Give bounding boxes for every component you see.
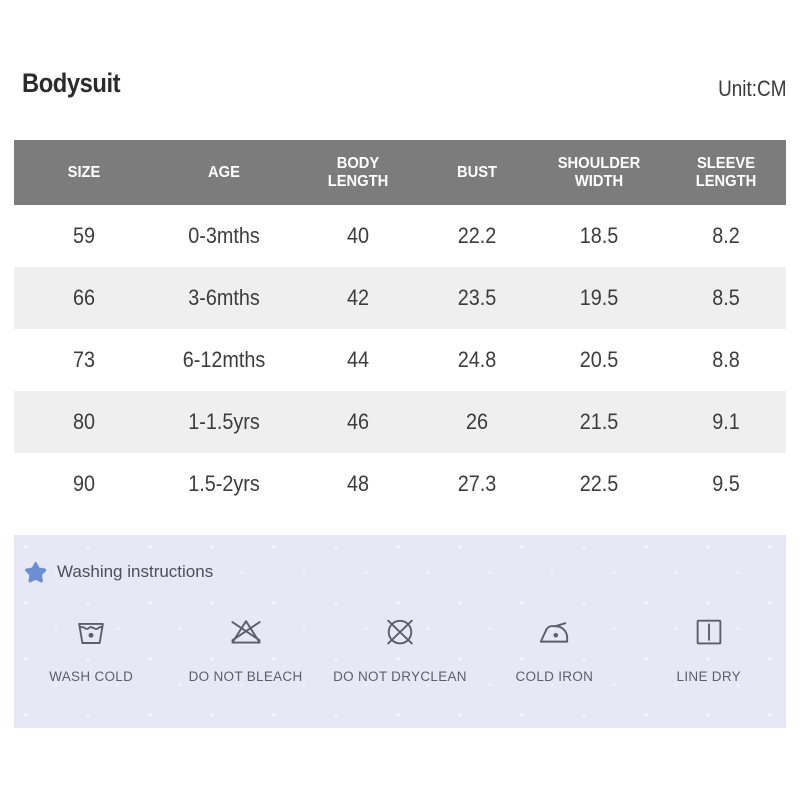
column-header-sleeve-length-label: SLEEVE LENGTH xyxy=(695,154,757,190)
cell-size: 80 xyxy=(72,409,96,434)
table-row: 80 1-1.5yrs 46 26 21.5 9.1 xyxy=(14,391,786,453)
cell-size: 90 xyxy=(72,471,96,496)
table-row: 90 1.5-2yrs 48 27.3 22.5 9.5 xyxy=(14,453,786,515)
care-label-line-dry: LINE DRY xyxy=(676,669,741,684)
washing-instructions-heading: Washing instructions xyxy=(22,559,213,585)
unit-label: Unit:CM xyxy=(717,76,786,101)
size-chart-body: 59 0-3mths 40 22.2 18.5 8.2 66 3-6mths 4… xyxy=(14,205,786,515)
cell-bust: 26 xyxy=(465,409,489,434)
cell-age: 1.5-2yrs xyxy=(188,471,260,496)
square-vertical-line-icon xyxy=(696,619,722,645)
page-title: Bodysuit xyxy=(22,68,121,98)
washing-instructions-panel: Washing instructions WASH COLD DO NOT BL… xyxy=(14,535,786,728)
cell-body-length: 40 xyxy=(346,223,370,248)
crossed-triangle-icon xyxy=(230,620,261,644)
crossed-circle-icon xyxy=(387,619,413,645)
washing-instructions-title: Washing instructions xyxy=(57,562,214,581)
cell-size: 59 xyxy=(72,223,96,248)
cell-bust: 22.2 xyxy=(457,223,497,248)
cell-body-length: 42 xyxy=(346,285,370,310)
column-header-bust: BUST xyxy=(426,140,527,205)
cell-shoulder-width: 18.5 xyxy=(579,223,619,248)
column-header-shoulder-width: SHOULDER WIDTH xyxy=(537,140,660,205)
table-row: 73 6-12mths 44 24.8 20.5 8.8 xyxy=(14,329,786,391)
care-item-cold-iron: COLD IRON xyxy=(479,613,629,684)
cell-shoulder-width: 20.5 xyxy=(579,347,619,372)
table-row: 59 0-3mths 40 22.2 18.5 8.2 xyxy=(14,205,786,267)
column-header-age: AGE xyxy=(160,140,289,205)
column-header-bust-label: BUST xyxy=(456,163,498,181)
care-item-do-not-bleach: DO NOT BLEACH xyxy=(171,613,321,684)
title-row: Bodysuit Unit:CM xyxy=(0,68,800,108)
care-item-line-dry: LINE DRY xyxy=(634,613,784,684)
cell-shoulder-width: 22.5 xyxy=(579,471,619,496)
cell-sleeve-length: 8.5 xyxy=(712,285,740,310)
care-label-do-not-dryclean: DO NOT DRYCLEAN xyxy=(333,669,467,684)
wash-tub-one-dot-icon xyxy=(78,622,104,644)
size-chart-table: SIZE AGE BODY LENGTH BUST SHOULDER WIDTH… xyxy=(14,140,786,515)
column-header-body-length-label: BODY LENGTH xyxy=(327,154,389,190)
care-label-do-not-bleach: DO NOT BLEACH xyxy=(188,669,303,684)
cell-bust: 24.8 xyxy=(457,347,497,372)
care-item-do-not-dryclean: DO NOT DRYCLEAN xyxy=(325,613,475,684)
column-header-sleeve-length: SLEEVE LENGTH xyxy=(671,140,781,205)
column-header-size: SIZE xyxy=(20,140,149,205)
cell-age: 3-6mths xyxy=(188,285,260,310)
star-icon xyxy=(25,561,47,583)
cell-shoulder-width: 19.5 xyxy=(579,285,619,310)
care-item-wash-cold: WASH COLD xyxy=(16,613,166,684)
cell-body-length: 44 xyxy=(346,347,370,372)
cell-age: 0-3mths xyxy=(188,223,260,248)
cell-size: 73 xyxy=(72,347,96,372)
column-header-shoulder-width-label: SHOULDER WIDTH xyxy=(557,154,641,190)
column-header-body-length: BODY LENGTH xyxy=(299,140,417,205)
column-header-size-label: SIZE xyxy=(67,163,101,181)
cell-body-length: 48 xyxy=(346,471,370,496)
cell-size: 66 xyxy=(72,285,96,310)
cell-age: 1-1.5yrs xyxy=(188,409,260,434)
table-header-row: SIZE AGE BODY LENGTH BUST SHOULDER WIDTH… xyxy=(14,140,786,205)
cell-shoulder-width: 21.5 xyxy=(579,409,619,434)
care-symbol-row: WASH COLD DO NOT BLEACH DO NOT DRYCLEAN xyxy=(14,613,786,684)
cell-bust: 27.3 xyxy=(457,471,497,496)
cell-sleeve-length: 8.2 xyxy=(712,223,740,248)
cell-bust: 23.5 xyxy=(457,285,497,310)
cell-sleeve-length: 9.1 xyxy=(712,409,740,434)
cell-sleeve-length: 8.8 xyxy=(712,347,740,372)
cell-body-length: 46 xyxy=(346,409,370,434)
table-row: 66 3-6mths 42 23.5 19.5 8.5 xyxy=(14,267,786,329)
iron-one-dot-icon xyxy=(540,622,569,643)
cell-sleeve-length: 9.5 xyxy=(712,471,740,496)
care-label-cold-iron: COLD IRON xyxy=(515,669,594,684)
size-chart-header: SIZE AGE BODY LENGTH BUST SHOULDER WIDTH… xyxy=(14,140,786,205)
care-label-wash-cold: WASH COLD xyxy=(49,669,134,684)
cell-age: 6-12mths xyxy=(182,347,266,372)
column-header-age-label: AGE xyxy=(208,163,240,181)
